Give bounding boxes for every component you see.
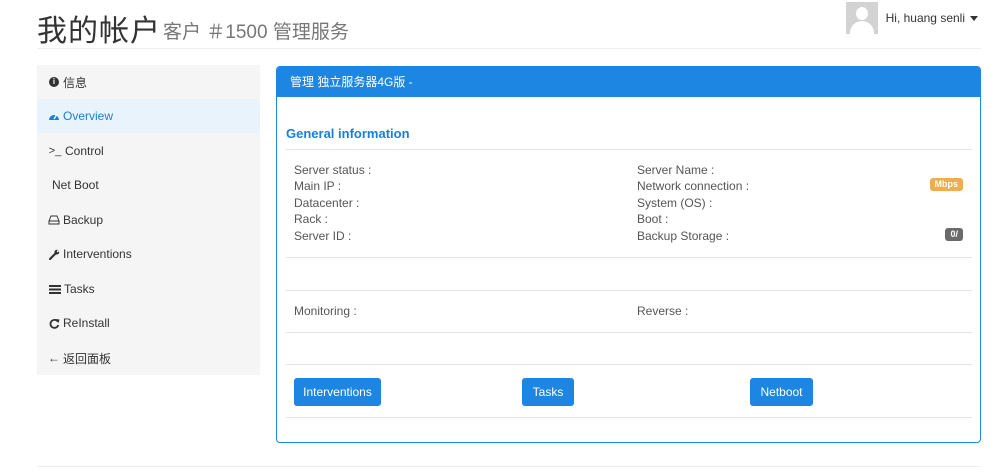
page-title: 我的帐户 (37, 15, 161, 48)
general-info-title: General information (286, 126, 410, 141)
system-os-label: System (OS) : (637, 196, 713, 210)
panel-heading: 管理 独立服务器4G版 - (277, 67, 980, 97)
sidebar-item-net-boot[interactable]: Net Boot (37, 168, 260, 202)
page-header: 我的帐户 客户 ＃1500 管理服务 Hi, huang senli (0, 0, 1000, 50)
tasks-icon (48, 283, 61, 295)
sidebar-item-label: 返回面板 (63, 351, 112, 366)
sidebar-item-label: Tasks (64, 282, 95, 296)
network-connection-label: Network connection : (637, 179, 750, 193)
sidebar-item-reinstall[interactable]: ReInstall (37, 306, 260, 340)
refresh-icon (48, 317, 60, 329)
sidebar-item-control[interactable]: >_ Control (37, 134, 260, 168)
divider (286, 149, 972, 150)
interventions-button[interactable]: Interventions (294, 378, 381, 406)
boot-label: Boot : (637, 212, 669, 226)
sidebar-item-label: 信息 (63, 75, 88, 90)
sidebar-item-label: Overview (63, 109, 114, 123)
footer-divider (37, 466, 981, 467)
divider (286, 290, 972, 291)
sidebar-item-info[interactable]: i 信息 (37, 65, 260, 99)
sidebar-item-label: Net Boot (52, 178, 99, 192)
monitoring-label: Monitoring : (294, 304, 357, 318)
user-menu[interactable]: Hi, huang senli (845, 1, 978, 35)
divider (286, 364, 972, 365)
sidebar-item-label: Backup (63, 213, 104, 227)
server-status-label: Server status : (294, 163, 372, 177)
page-subtitle: 客户 ＃1500 管理服务 (163, 22, 349, 43)
server-id-label: Server ID : (294, 229, 352, 243)
server-name-label: Server Name : (637, 163, 715, 177)
caret-down-icon (970, 15, 978, 21)
divider (286, 417, 972, 418)
sidebar-item-back[interactable]: ← 返回面板 (37, 341, 260, 375)
divider (286, 257, 972, 258)
avatar-head-shape (855, 7, 868, 20)
sidebar-item-backup[interactable]: Backup (37, 203, 260, 237)
arrow-left-icon: ← (48, 351, 60, 365)
rack-label: Rack : (294, 212, 329, 226)
main-ip-label: Main IP : (294, 179, 342, 193)
sidebar-item-label: ReInstall (63, 316, 110, 330)
wrench-icon (48, 248, 60, 260)
user-name: Hi, huang senli (885, 11, 965, 25)
sidebar-item-tasks[interactable]: Tasks (37, 272, 260, 306)
sidebar-item-overview[interactable]: Overview (37, 99, 260, 133)
sidebar-item-label: Interventions (63, 247, 132, 261)
avatar-body-shape (849, 21, 874, 34)
backup-storage-badge: 0/ (945, 228, 963, 241)
hdd-icon (48, 214, 60, 226)
network-speed-badge: Mbps (929, 178, 963, 191)
info-circle-icon: i (48, 76, 60, 88)
terminal-icon: >_ (48, 145, 62, 157)
header-divider (37, 48, 981, 49)
divider (286, 332, 972, 333)
avatar (845, 2, 878, 34)
sidebar: i 信息 Overview >_ Control Net Boot Backup… (37, 65, 260, 375)
datacenter-label: Datacenter : (294, 196, 360, 210)
netboot-button[interactable]: Netboot (750, 378, 813, 406)
server-panel: 管理 独立服务器4G版 - General information Server… (276, 66, 981, 443)
backup-storage-label: Backup Storage : (637, 229, 730, 243)
sidebar-item-interventions[interactable]: Interventions (37, 237, 260, 271)
sidebar-item-label: Control (65, 144, 104, 158)
reverse-label: Reverse : (637, 304, 689, 318)
dashboard-icon (48, 110, 60, 122)
tasks-button[interactable]: Tasks (522, 378, 574, 406)
